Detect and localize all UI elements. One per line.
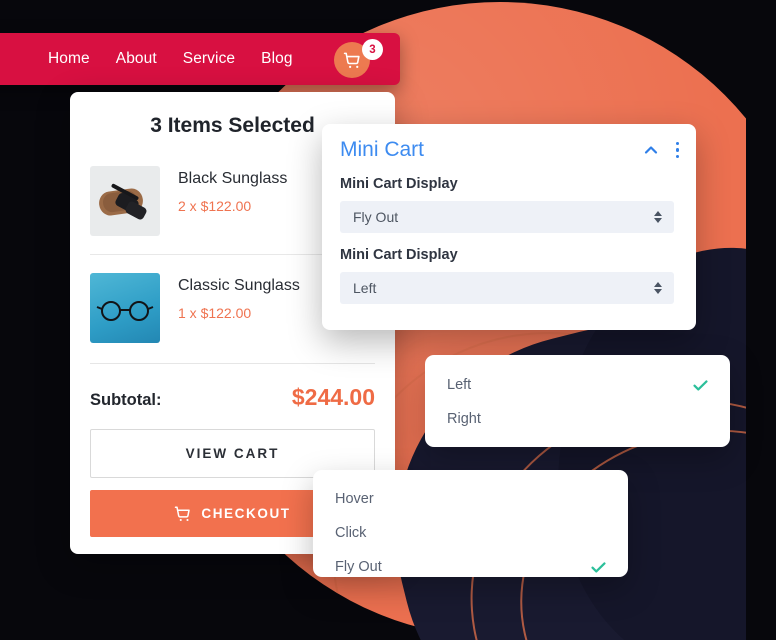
cart-item-price: 1 x $122.00 [178,305,252,321]
eyeglasses-graphic [96,301,154,321]
display-options-popup: Hover Click Fly Out [313,470,628,577]
option-right[interactable]: Right [425,402,730,436]
minicart-display-select[interactable]: Fly Out [340,201,674,233]
classic-sunglass-thumbnail [90,273,160,343]
option-click[interactable]: Click [313,516,628,550]
shopping-cart-icon [175,506,191,521]
cart-item-name: Black Sunglass [178,170,288,187]
kebab-menu-icon[interactable] [673,140,683,161]
minicart-display-field: Mini Cart Display Fly Out [340,176,674,233]
page-background: Home About Service Blog 3 3 Items Select… [0,0,776,640]
option-click-label: Click [335,525,367,541]
minicart-panel-header: Mini Cart [322,124,696,162]
minicart-position-field: Mini Cart Display Left [340,247,674,304]
stepper-arrows-icon [654,211,662,223]
option-hover-label: Hover [335,491,374,507]
nav-link-home[interactable]: Home [48,50,90,68]
minicart-header-actions [643,140,683,161]
subtotal-value: $244.00 [291,384,375,410]
checkout-button-label: CHECKOUT [201,506,291,521]
nav-links: Home About Service Blog [48,50,293,68]
option-right-label: Right [447,411,481,427]
checkmark-icon [693,379,708,391]
nav-link-about[interactable]: About [116,50,157,68]
minicart-panel-title: Mini Cart [340,138,425,161]
position-options-popup: Left Right [425,355,730,447]
cart-item-info: Classic Sunglass 1 x $122.00 [178,273,300,321]
subtotal-row: Subtotal: $244.00 [90,384,375,411]
option-left[interactable]: Left [425,368,730,402]
minicart-position-value: Left [353,280,377,296]
minicart-display-label: Mini Cart Display [340,176,458,192]
cart-item-price: 2 x $122.00 [178,198,252,214]
chevron-up-icon[interactable] [643,142,659,158]
cart-divider [90,363,375,364]
cart-item-name: Classic Sunglass [178,277,300,294]
option-left-label: Left [447,377,472,393]
minicart-position-label: Mini Cart Display [340,247,458,263]
minicart-display-value: Fly Out [353,209,399,225]
stepper-arrows-icon [654,282,662,294]
checkmark-icon [591,561,606,573]
background-mask [746,0,776,640]
shopping-cart-icon [343,52,360,68]
option-flyout[interactable]: Fly Out [313,550,628,584]
minicart-position-select[interactable]: Left [340,272,674,304]
cart-badge-count: 3 [362,39,383,60]
option-flyout-label: Fly Out [335,559,382,575]
cart-item-info: Black Sunglass 2 x $122.00 [178,166,287,214]
minicart-settings-panel: Mini Cart Mini Cart Display Fly Out Mini… [322,124,696,330]
nav-link-blog[interactable]: Blog [261,50,292,68]
option-hover[interactable]: Hover [313,482,628,516]
black-sunglass-thumbnail [90,166,160,236]
subtotal-label: Subtotal: [90,391,162,409]
nav-link-service[interactable]: Service [183,50,235,68]
